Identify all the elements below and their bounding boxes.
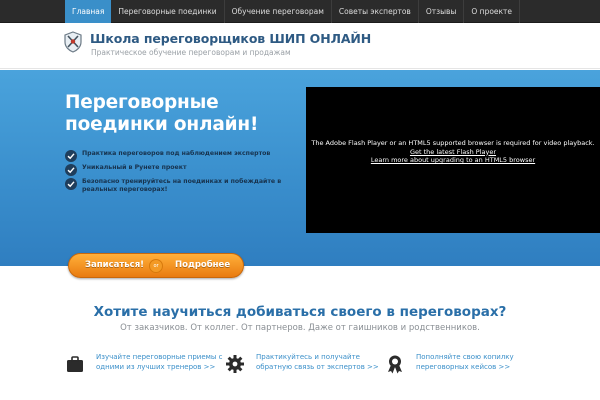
- feature-text: Безопасно тренируйтесь на поединках и по…: [82, 178, 282, 193]
- feature-item: Безопасно тренируйтесь на поединках и по…: [65, 178, 305, 194]
- benefit-columns: Изучайте переговорные приемы с одними из…: [0, 350, 600, 400]
- top-navigation: Главная Переговорные поединки Обучение п…: [0, 0, 600, 23]
- flash-player-link[interactable]: Get the latest Flash Player: [410, 148, 496, 156]
- video-message-text: The Adobe Flash Player or an HTML5 suppo…: [311, 139, 595, 147]
- checkmark-icon: [65, 164, 77, 176]
- nav-item-training[interactable]: Обучение переговорам: [225, 0, 332, 23]
- nav-item-reviews[interactable]: Отзывы: [419, 0, 465, 23]
- award-icon: [385, 354, 405, 374]
- checkmark-icon: [65, 150, 77, 162]
- nav-item-about[interactable]: О проекте: [464, 0, 521, 23]
- video-fallback-message: The Adobe Flash Player or an HTML5 suppo…: [306, 139, 600, 165]
- feature-item: Уникальный в Рунете проект: [65, 164, 305, 176]
- nav-item-home[interactable]: Главная: [65, 0, 112, 23]
- gear-icon: [225, 354, 245, 374]
- html5-browser-link[interactable]: Learn more about upgrading to an HTML5 b…: [371, 156, 535, 164]
- benefit-text[interactable]: Изучайте переговорные приемы с одними из…: [96, 353, 234, 372]
- hero-title: Переговорные поединки онлайн!: [65, 92, 259, 135]
- section-title: Хотите научиться добиваться своего в пер…: [93, 304, 507, 320]
- site-title[interactable]: Школа переговорщиков ШИП ОНЛАЙН: [90, 31, 371, 46]
- shield-swords-icon[interactable]: [63, 31, 83, 53]
- feature-list: Практика переговоров под наблюдением экс…: [65, 150, 305, 200]
- cta-button-group: Записаться! or Подробнее: [68, 253, 244, 278]
- site-header: Школа переговорщиков ШИП ОНЛАЙН Практиче…: [0, 23, 600, 69]
- feature-item: Практика переговоров под наблюдением экс…: [65, 150, 305, 162]
- benefit-text[interactable]: Практикуйтесь и получайте обратную связь…: [256, 353, 394, 372]
- briefcase-icon: [65, 354, 85, 374]
- benefit-column[interactable]: Практикуйтесь и получайте обратную связь…: [225, 350, 395, 395]
- or-separator: or: [149, 259, 163, 273]
- feature-text: Уникальный в Рунете проект: [82, 164, 187, 171]
- hero-banner: Переговорные поединки онлайн! Практика п…: [0, 70, 600, 266]
- section-subtitle: От заказчиков. От коллег. От партнеров. …: [120, 323, 480, 333]
- site-subtitle: Практическое обучение переговорам и прод…: [91, 48, 291, 57]
- checkmark-icon: [65, 178, 77, 190]
- signup-button[interactable]: Записаться!: [85, 254, 144, 277]
- benefit-text[interactable]: Пополняйте свою копилку переговорных кей…: [416, 353, 554, 372]
- benefit-column[interactable]: Пополняйте свою копилку переговорных кей…: [385, 350, 555, 395]
- nav-menu: Главная Переговорные поединки Обучение п…: [65, 0, 600, 23]
- nav-item-duels[interactable]: Переговорные поединки: [111, 0, 225, 23]
- more-info-button[interactable]: Подробнее: [175, 254, 230, 277]
- nav-item-expert-tips[interactable]: Советы экспертов: [332, 0, 419, 23]
- video-player[interactable]: The Adobe Flash Player or an HTML5 suppo…: [306, 87, 600, 233]
- benefit-column[interactable]: Изучайте переговорные приемы с одними из…: [65, 350, 235, 395]
- feature-text: Практика переговоров под наблюдением экс…: [82, 150, 271, 157]
